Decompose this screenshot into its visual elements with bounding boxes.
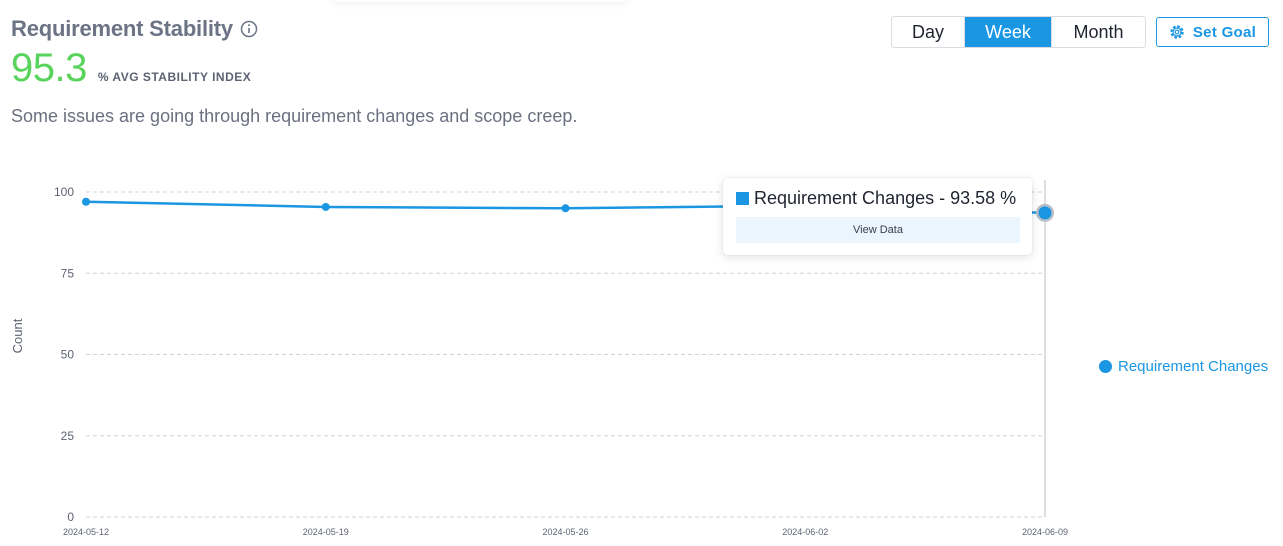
tooltip-label: Requirement Changes - 93.58 % bbox=[754, 188, 1017, 208]
data-point bbox=[82, 197, 90, 206]
data-point bbox=[561, 204, 570, 213]
tooltip-swatch bbox=[736, 192, 749, 205]
data-point bbox=[321, 202, 330, 211]
legend-label: Requirement Changes bbox=[1118, 358, 1269, 375]
x-tick-label: 2024-05-26 bbox=[542, 527, 588, 537]
x-tick-label: 2024-05-19 bbox=[303, 527, 349, 537]
x-tick-label: 2024-06-02 bbox=[782, 527, 828, 537]
chart-tooltip: Requirement Changes - 93.58 % View Data bbox=[723, 178, 1032, 255]
x-tick-label: 2024-06-09 bbox=[1022, 527, 1068, 537]
view-data-button[interactable]: View Data bbox=[736, 217, 1020, 243]
data-point bbox=[1038, 206, 1052, 220]
y-tick-label: 100 bbox=[54, 185, 74, 199]
y-tick-label: 50 bbox=[61, 348, 75, 362]
y-tick-label: 0 bbox=[67, 510, 74, 524]
y-tick-label: 75 bbox=[61, 266, 75, 280]
legend-marker bbox=[1099, 360, 1112, 373]
stability-line-chart: 0 25 50 75 100 2024-05-12 2024-05-19 2024-05-26… bbox=[10, 180, 1068, 537]
y-axis-label: Count bbox=[10, 318, 25, 353]
x-tick-label: 2024-05-12 bbox=[63, 527, 109, 537]
y-tick-label: 25 bbox=[61, 429, 75, 443]
chart-legend[interactable]: Requirement Changes bbox=[1099, 358, 1268, 375]
